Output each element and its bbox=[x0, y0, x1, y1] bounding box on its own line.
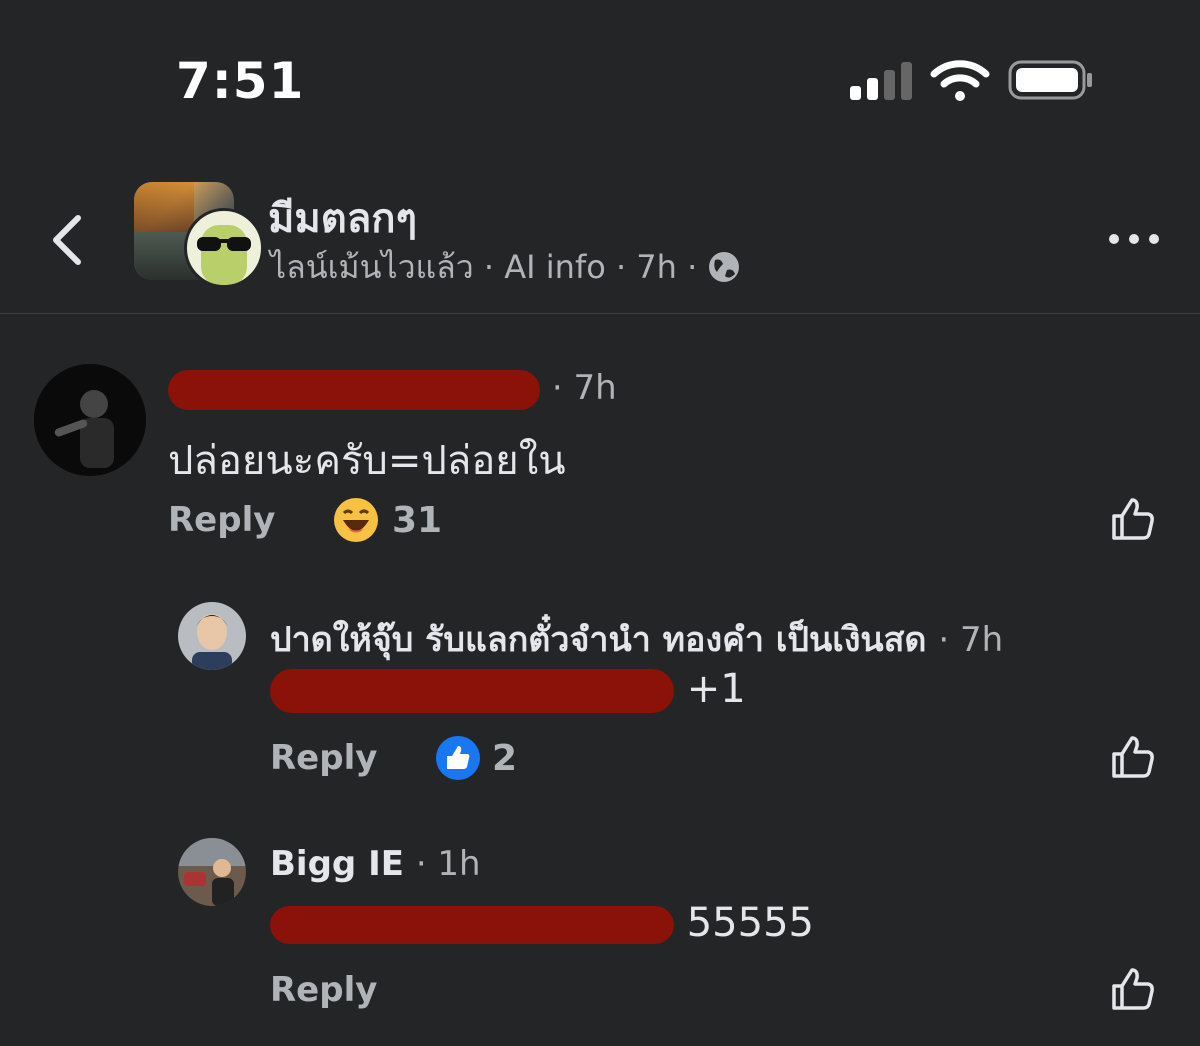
reply-button[interactable]: Reply bbox=[270, 738, 377, 778]
comment-time: · 1h bbox=[415, 844, 481, 884]
page-title[interactable]: มีมตลกๆ bbox=[268, 186, 417, 250]
separator: · bbox=[615, 248, 627, 286]
comment-author[interactable]: Bigg IE · 1h bbox=[270, 844, 481, 884]
status-time: 7:51 bbox=[176, 52, 305, 110]
comment-text: +1 bbox=[270, 666, 746, 713]
thumbs-up-icon[interactable] bbox=[1110, 966, 1156, 1012]
sunglasses-icon bbox=[197, 225, 251, 285]
comment-author[interactable]: ปาดให้จุ๊บ รับแลกตั๋วจำนำ ทองคำ เป็นเงิน… bbox=[270, 612, 1003, 666]
globe-icon bbox=[709, 252, 740, 282]
ai-info-link[interactable]: AI info bbox=[504, 248, 606, 286]
reply-button[interactable]: Reply bbox=[168, 500, 275, 540]
reaction-count[interactable]: 31 bbox=[392, 500, 442, 541]
separator: · bbox=[687, 248, 698, 286]
header-divider bbox=[0, 313, 1200, 314]
redacted-mention[interactable] bbox=[270, 906, 674, 944]
post-meta: ไลน์เม้นไวแล้ว · AI info · 7h · bbox=[270, 242, 741, 293]
redacted-name bbox=[168, 369, 540, 410]
haha-emoji-icon bbox=[334, 498, 378, 542]
comment-avatar[interactable] bbox=[178, 602, 246, 670]
author-name[interactable]: ปาดให้จุ๊บ รับแลกตั๋วจำนำ ทองคำ เป็นเงิน… bbox=[270, 620, 927, 660]
author-name[interactable]: Bigg IE bbox=[270, 844, 404, 884]
comment-text-content: +1 bbox=[686, 666, 746, 712]
battery-icon bbox=[1008, 60, 1092, 100]
back-chevron-icon[interactable] bbox=[44, 208, 94, 272]
wifi-icon bbox=[930, 60, 990, 101]
thumbs-up-icon[interactable] bbox=[1110, 496, 1156, 542]
cellular-signal-icon bbox=[850, 60, 914, 100]
comment-time: · 7h bbox=[551, 368, 617, 408]
comment-text: 55555 bbox=[270, 900, 814, 946]
comment-text-content: 55555 bbox=[686, 900, 814, 946]
reply-button[interactable]: Reply bbox=[270, 970, 377, 1010]
post-time: 7h bbox=[636, 248, 677, 286]
reaction-count[interactable]: 2 bbox=[492, 738, 517, 779]
post-subtitle: ไลน์เม้นไวแล้ว bbox=[270, 248, 474, 286]
more-options-icon[interactable] bbox=[1104, 224, 1164, 254]
like-reaction-icon bbox=[436, 736, 480, 780]
comment-time: · 7h bbox=[938, 620, 1004, 660]
comment-author[interactable]: · 7h bbox=[168, 368, 617, 410]
poster-avatar[interactable] bbox=[184, 208, 264, 288]
comment-avatar[interactable] bbox=[178, 838, 246, 906]
thumbs-up-icon[interactable] bbox=[1110, 734, 1156, 780]
redacted-mention[interactable] bbox=[270, 669, 674, 713]
comment-avatar[interactable] bbox=[34, 364, 146, 476]
comment-text: ปล่อยนะครับ=ปล่อยใน bbox=[168, 438, 566, 484]
separator: · bbox=[483, 248, 495, 286]
